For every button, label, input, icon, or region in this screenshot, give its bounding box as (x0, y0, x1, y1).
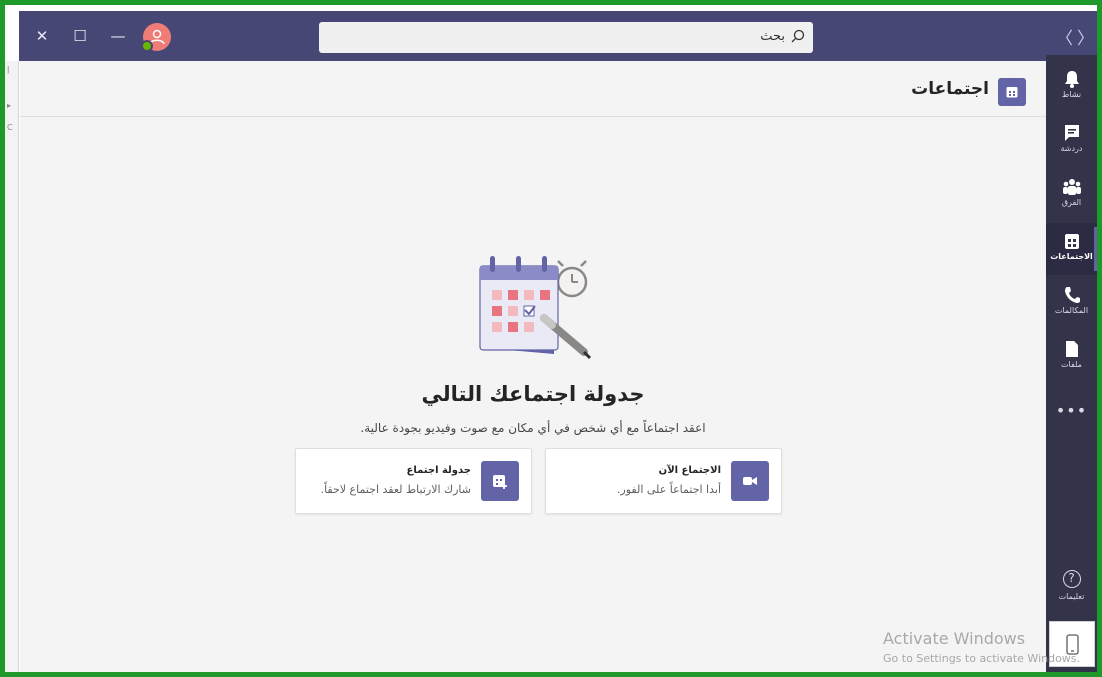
appbar-item-teams[interactable]: الفرق (1046, 169, 1097, 221)
appbar-label: الفرق (1061, 198, 1082, 207)
app-bar: نشاط دردشة الفرق الاجتماعات المكالمات مل… (1046, 55, 1097, 672)
appbar-item-files[interactable]: ملفات (1046, 331, 1097, 383)
more-apps-button[interactable]: ••• (1046, 401, 1097, 420)
left-edge-strip: ǀ ▸ C (5, 61, 19, 672)
schedule-meeting-subtitle: شارك الارتباط لعقد اجتماع لاحقاً. (320, 483, 471, 496)
bell-icon (1064, 71, 1079, 88)
appbar-item-activity[interactable]: نشاط (1046, 61, 1097, 113)
appbar-label: ملفات (1061, 360, 1082, 369)
title-bar: ✕ ☐ — بحث 〈 〉 (19, 11, 1097, 61)
teams-icon (1062, 179, 1081, 195)
search-placeholder: بحث (760, 29, 785, 44)
forward-button[interactable]: 〉 (1077, 24, 1094, 49)
appbar-label: دردشة (1060, 144, 1083, 153)
page-title: اجتماعات (911, 79, 989, 99)
activate-windows-title: Activate Windows (883, 629, 1026, 648)
calendar-add-icon (481, 461, 519, 501)
meetings-page: اجتماعات جدولة اجتماعك التالي اعقد اجتما… (20, 61, 1046, 672)
presence-available-icon (141, 40, 153, 52)
search-icon (791, 29, 805, 43)
calendar-icon (998, 78, 1026, 106)
headline: جدولة اجتماعك التالي (421, 382, 645, 406)
minimize-button[interactable]: — (107, 25, 129, 47)
appbar-label: الاجتماعات (1050, 252, 1093, 261)
phone-icon (1064, 287, 1080, 303)
appbar-item-chat[interactable]: دردشة (1046, 115, 1097, 167)
subline: اعقد اجتماعاً مع أي شخص في أي مكان مع صو… (360, 421, 706, 435)
meet-now-title: الاجتماع الآن (658, 465, 721, 476)
help-button[interactable]: ? تعليمات (1046, 570, 1097, 601)
page-header: اجتماعات (20, 61, 1046, 117)
schedule-meeting-card[interactable]: جدولة اجتماع شارك الارتباط لعقد اجتماع ل… (295, 448, 532, 514)
video-icon (731, 461, 769, 501)
appbar-item-calls[interactable]: المكالمات (1046, 277, 1097, 329)
teams-window: ǀ ▸ C ✕ ☐ — بحث 〈 〉 اجتماعات جدولة اجتما… (5, 5, 1097, 672)
maximize-button[interactable]: ☐ (69, 25, 91, 47)
appbar-item-meetings[interactable]: الاجتماعات (1046, 223, 1097, 275)
avatar[interactable] (141, 23, 171, 52)
file-icon (1065, 341, 1078, 357)
schedule-meeting-title: جدولة اجتماع (406, 465, 471, 476)
chat-icon (1064, 125, 1079, 141)
appbar-label: نشاط (1061, 90, 1082, 99)
help-label: تعليمات (1058, 592, 1085, 601)
search-input[interactable]: بحث (319, 22, 813, 53)
activate-windows-subtitle: Go to Settings to activate Windows. (883, 652, 1081, 665)
calendar-icon (1064, 234, 1079, 249)
meet-now-card[interactable]: الاجتماع الآن أبدا اجتماعاً على الفور. (545, 448, 782, 514)
help-icon: ? (1062, 570, 1081, 588)
appbar-label: المكالمات (1054, 306, 1089, 315)
calendar-illustration (479, 256, 592, 360)
back-button[interactable]: 〈 (1056, 24, 1073, 49)
meet-now-subtitle: أبدا اجتماعاً على الفور. (616, 483, 721, 496)
close-button[interactable]: ✕ (31, 25, 53, 47)
